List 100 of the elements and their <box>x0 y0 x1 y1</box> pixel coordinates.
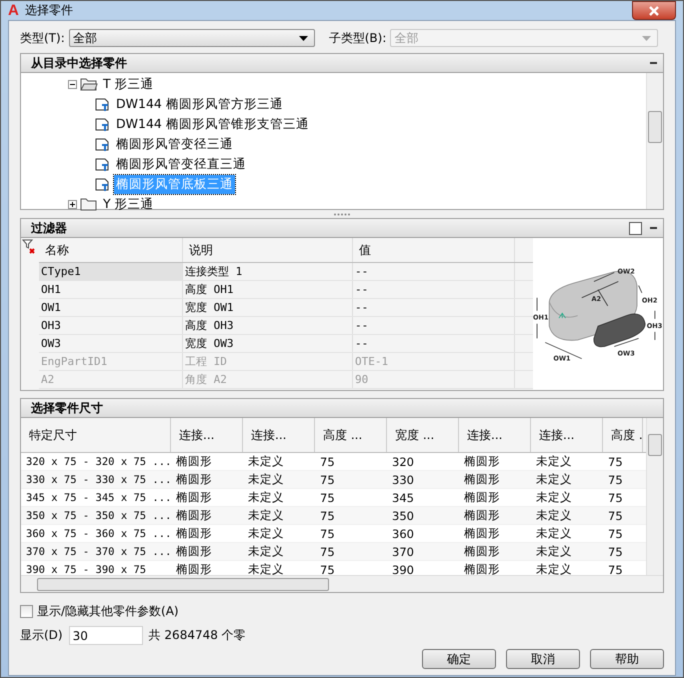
dialog-button[interactable]: 帮助 <box>590 649 664 669</box>
table-cell: 宽度 OW1 <box>183 299 353 316</box>
column-header[interactable]: 名称 <box>39 238 183 262</box>
table-cell-text: 未定义 <box>247 525 285 542</box>
table-cell-text: 75 <box>607 508 624 524</box>
table-cell-text: 椭圆形 <box>175 507 213 524</box>
type-dropdown[interactable]: 全部 <box>68 29 315 47</box>
table-cell-text: 75 <box>607 454 624 470</box>
part-icon <box>94 136 110 152</box>
table-cell: OTE-1 <box>353 353 515 370</box>
table-cell-text: 椭圆形 <box>463 471 501 488</box>
table-cell-text: 330 <box>391 472 415 488</box>
table-cell-text: 椭圆形 <box>175 543 213 560</box>
table-cell-text: 75 <box>607 544 624 560</box>
table-cell-text: 椭圆形 <box>463 507 501 524</box>
table-cell-text: 椭圆形 <box>463 543 501 560</box>
table-cell-text: 未定义 <box>247 471 285 488</box>
table-cell-text: 椭圆形 <box>463 561 501 575</box>
table-cell-text: 未定义 <box>247 453 285 470</box>
close-button[interactable] <box>632 1 676 20</box>
column-header[interactable]: 连接... <box>171 418 243 452</box>
table-cell: 工程 ID <box>183 353 353 370</box>
part-icon <box>94 96 110 112</box>
tree-item[interactable]: Y 形三通 <box>101 194 156 214</box>
table-cell-text: 75 <box>319 562 336 575</box>
table-cell: OH3 <box>39 317 183 334</box>
dialog-button[interactable]: 确定 <box>422 649 496 669</box>
table-cell: -- <box>353 317 515 334</box>
table-cell-text: 75 <box>319 454 336 470</box>
column-header[interactable]: 高度 ... <box>315 418 387 452</box>
table-cell: 连接类型 1 <box>183 263 353 280</box>
table-cell-text: 椭圆形 <box>463 525 501 542</box>
clear-filter-icon[interactable] <box>22 239 36 255</box>
table-cell-text: 未定义 <box>535 489 573 506</box>
table-cell: OW1 <box>39 299 183 316</box>
type-label: 类型(T): <box>20 30 65 46</box>
splitter-grip-icon[interactable] <box>333 212 351 216</box>
dialog-button[interactable]: 取消 <box>506 649 580 669</box>
table-cell: -- <box>353 281 515 298</box>
window-title: 选择零件 <box>24 2 74 19</box>
table-cell-text: 370 x 75 - 370 x 75 ... <box>25 544 171 560</box>
tree-item[interactable]: DW144 椭圆形风管锥形支管三通 <box>114 114 311 134</box>
table-cell-text: 350 x 75 - 350 x 75 ... <box>25 508 171 524</box>
table-cell-text: 未定义 <box>247 561 285 575</box>
table-cell-text: 360 <box>391 526 415 542</box>
table-cell-text: 椭圆形 <box>175 453 213 470</box>
tree-item[interactable]: DW144 椭圆形风管方形三通 <box>114 94 285 114</box>
table-cell: EngPartID1 <box>39 353 183 370</box>
table-cell-text: 未定义 <box>535 543 573 560</box>
panel-title: 过滤器 <box>31 220 68 236</box>
table-cell-text: 未定义 <box>247 489 285 506</box>
table-cell: 高度 OH3 <box>183 317 353 334</box>
table-cell-text: 75 <box>607 562 624 575</box>
close-icon <box>648 6 660 16</box>
column-header[interactable]: 连接... <box>243 418 315 452</box>
table-cell-text: 椭圆形 <box>175 471 213 488</box>
column-header[interactable]: 宽度 ... <box>387 418 459 452</box>
table-cell-text: 320 <box>391 454 415 470</box>
column-header[interactable]: 说明 <box>183 238 353 262</box>
table-cell-text: 未定义 <box>535 453 573 470</box>
toggle-icon[interactable] <box>629 222 642 234</box>
display-count-field[interactable]: 30 <box>68 626 143 645</box>
table-cell: 高度 OH1 <box>183 281 353 298</box>
table-cell: 90 <box>353 371 515 388</box>
table-cell-text: 未定义 <box>535 525 573 542</box>
table-cell-text: 未定义 <box>535 561 573 575</box>
table-cell: CType1 <box>39 263 183 280</box>
column-header[interactable]: 连接... <box>531 418 603 452</box>
table-cell-text: 370 <box>391 544 415 560</box>
scrollbar[interactable] <box>646 73 663 209</box>
tree-item[interactable]: 椭圆形风管变径直三通 <box>114 154 248 174</box>
panel-title: 选择零件尺寸 <box>31 400 104 416</box>
table-cell: -- <box>353 299 515 316</box>
collapse-icon[interactable] <box>68 80 77 88</box>
table-cell-text: 75 <box>607 472 624 488</box>
table-cell-text: 未定义 <box>247 543 285 560</box>
table-cell-text: 75 <box>319 472 336 488</box>
tree-item[interactable]: T 形三通 <box>101 74 156 94</box>
expand-icon[interactable] <box>68 200 77 208</box>
table-cell-text: 75 <box>607 526 624 542</box>
checkbox[interactable] <box>20 605 33 618</box>
table-cell-text: 未定义 <box>247 507 285 524</box>
column-header[interactable]: 值 <box>353 238 515 262</box>
table-cell: -- <box>353 263 515 280</box>
table-cell: 角度 A2 <box>183 371 353 388</box>
column-header[interactable]: 高度 . <box>603 418 643 452</box>
display-label: 显示(D) <box>20 627 63 644</box>
column-header[interactable]: 特定尺寸 <box>21 418 171 452</box>
table-cell-text: 75 <box>319 508 336 524</box>
table-cell-text: 390 x 75 - 390 x 75 <box>25 562 148 575</box>
column-header[interactable]: 连接... <box>459 418 531 452</box>
table-cell-text: 椭圆形 <box>463 453 501 470</box>
table-cell-text: 椭圆形 <box>175 489 213 506</box>
total-count-text: 共 2684748 个零 <box>148 627 246 644</box>
scrollbar[interactable] <box>21 575 663 592</box>
scrollbar[interactable] <box>646 418 663 575</box>
table-cell-text: 320 x 75 - 320 x 75 ... <box>25 454 171 470</box>
tree-item[interactable]: 椭圆形风管变径三通 <box>114 134 235 154</box>
table-cell: 宽度 OW3 <box>183 335 353 352</box>
part-icon <box>94 156 110 172</box>
